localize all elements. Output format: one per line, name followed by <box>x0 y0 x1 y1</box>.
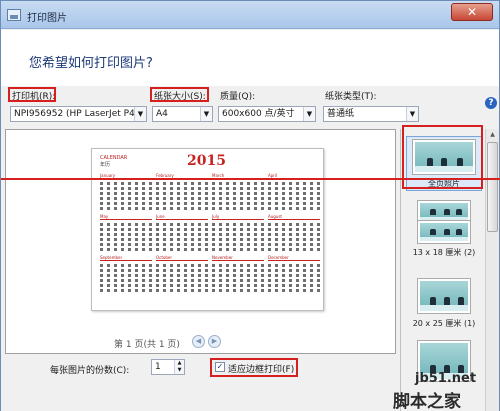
month-block: December <box>268 255 320 292</box>
layout-thumbnail[interactable] <box>417 278 471 314</box>
preview-page: CALENDAR 年历 2015 January February March … <box>91 148 324 311</box>
month-name: May <box>100 214 152 220</box>
printer-select[interactable]: NPI956952 (HP LaserJet P4015 ▼ <box>10 106 147 122</box>
annotation-line <box>1 178 500 180</box>
month-block: June <box>156 214 208 251</box>
highlight-fit-to-frame <box>210 358 298 377</box>
month-name: December <box>268 255 320 261</box>
next-page-button[interactable]: ▶ <box>208 335 221 348</box>
print-pictures-dialog: 打印图片 ✕ 您希望如何打印图片? 打印机(R): NPI956952 (HP … <box>0 0 500 411</box>
paper-type-select[interactable]: 普通纸 ▼ <box>323 106 419 122</box>
month-name: August <box>268 214 320 220</box>
calendar-subheading: 年历 <box>100 162 111 168</box>
chevron-down-icon: ▼ <box>406 107 418 121</box>
paper-size-select[interactable]: A4 ▼ <box>152 106 213 122</box>
close-button[interactable]: ✕ <box>451 3 493 21</box>
previous-page-button[interactable]: ◀ <box>192 335 205 348</box>
highlight-printer-label <box>8 87 56 102</box>
copies-value: 1 <box>155 362 161 372</box>
header: 您希望如何打印图片? <box>1 30 499 86</box>
window-title: 打印图片 <box>27 13 67 24</box>
month-block: September <box>100 255 152 292</box>
quality-select[interactable]: 600x600 点/英寸 ▼ <box>218 106 316 122</box>
quality-label: 质量(Q): <box>220 92 256 102</box>
highlight-paper-size-label <box>150 87 209 102</box>
printer-select-value: NPI956952 (HP LaserJet P4015 <box>14 109 147 119</box>
quality-value: 600x600 点/英寸 <box>222 109 295 119</box>
chevron-down-icon: ▼ <box>303 107 315 121</box>
month-block: July <box>212 214 264 251</box>
paper-type-value: 普通纸 <box>327 109 355 119</box>
watermark-site: jb51.net <box>415 371 477 386</box>
print-preview-pane: CALENDAR 年历 2015 January February March … <box>5 129 396 354</box>
spin-arrows-icon[interactable]: ▲ ▼ <box>174 360 184 374</box>
layout-thumbnail[interactable] <box>417 200 471 224</box>
month-block: November <box>212 255 264 292</box>
calendar-year: 2015 <box>187 153 226 169</box>
chevron-down-icon: ▼ <box>134 107 146 121</box>
scroll-up-icon[interactable]: ▲ <box>486 129 499 141</box>
month-block: August <box>268 214 320 251</box>
title-bar[interactable]: 打印图片 ✕ <box>1 1 499 29</box>
watermark-name: 脚本之家 <box>393 392 461 411</box>
layout-label[interactable]: 13 x 18 厘米 (2) <box>404 247 484 258</box>
layout-scrollbar[interactable]: ▲ <box>485 129 499 411</box>
picture-icon <box>7 9 21 21</box>
layout-thumbnail[interactable] <box>417 220 471 244</box>
page-indicator: 第 1 页(共 1 页) <box>114 340 180 350</box>
help-icon[interactable]: ? <box>485 97 497 109</box>
paper-type-label: 纸张类型(T): <box>325 92 377 102</box>
month-block: October <box>156 255 208 292</box>
month-name: June <box>156 214 208 220</box>
page-title: 您希望如何打印图片? <box>29 56 153 71</box>
print-options-toolbar: 打印机(R): NPI956952 (HP LaserJet P4015 ▼ 纸… <box>1 86 499 130</box>
month-name: September <box>100 255 152 261</box>
month-name: October <box>156 255 208 261</box>
paper-size-value: A4 <box>156 109 168 119</box>
bottom-options: 每张图片的份数(C): 1 ▲ ▼ ✓ 适应边框打印(F) <box>1 354 400 411</box>
month-block: May <box>100 214 152 251</box>
month-name: November <box>212 255 264 261</box>
layout-label[interactable]: 20 x 25 厘米 (1) <box>404 318 484 329</box>
chevron-down-icon: ▼ <box>200 107 212 121</box>
month-name: July <box>212 214 264 220</box>
scroll-thumb[interactable] <box>487 142 498 232</box>
copies-stepper[interactable]: 1 ▲ ▼ <box>151 359 185 375</box>
copies-label: 每张图片的份数(C): <box>50 366 130 376</box>
